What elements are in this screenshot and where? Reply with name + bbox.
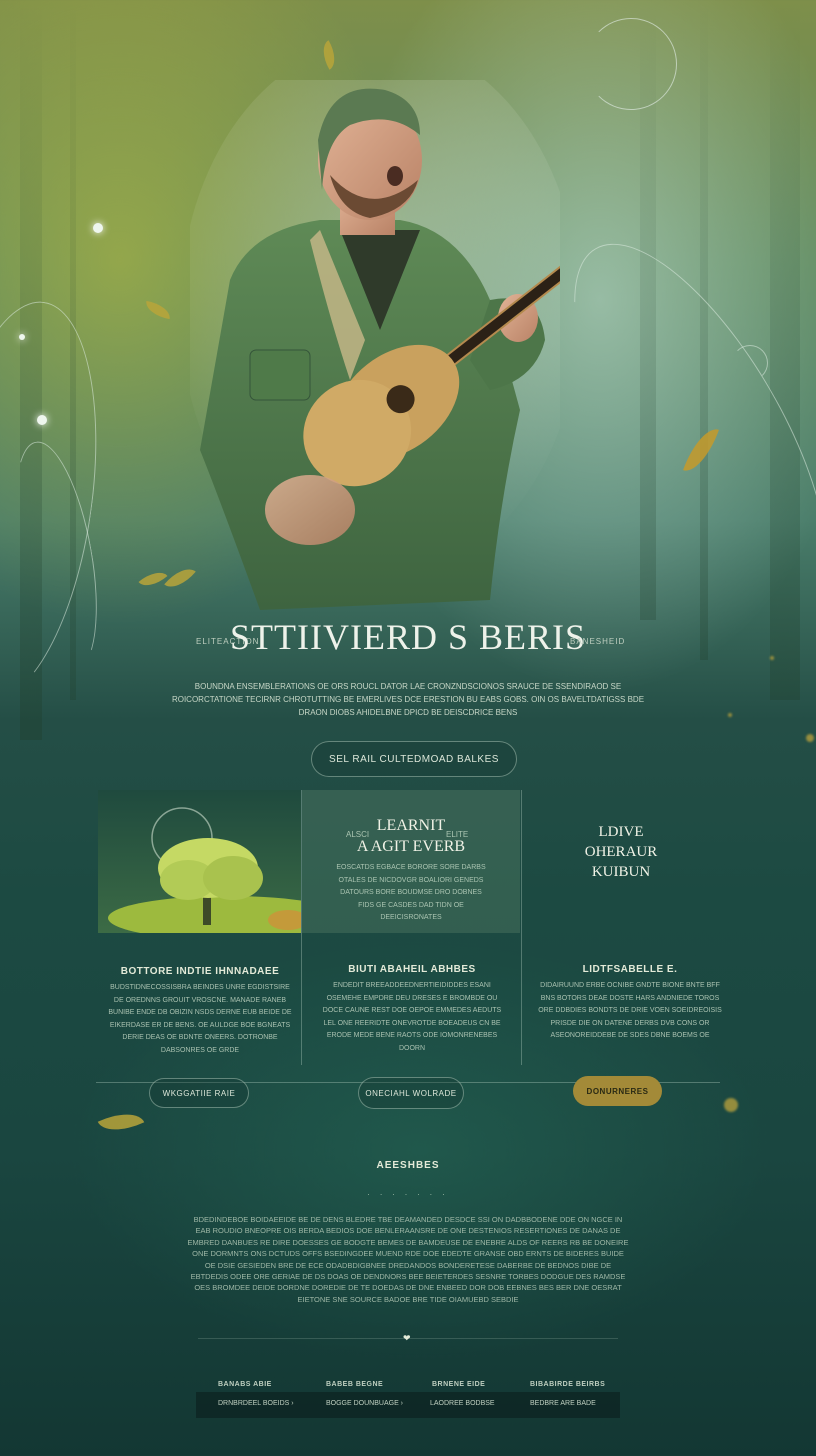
leaf-icon — [97, 1104, 145, 1140]
right-title-line1: LDIVE — [598, 824, 644, 840]
center-action-button[interactable]: ONECIAHL WOLRADE — [358, 1077, 464, 1109]
primary-cta-button[interactable]: DONURNERES — [573, 1076, 662, 1106]
glow-orb — [19, 334, 25, 340]
right-title-line3: KUIBUN — [591, 864, 651, 880]
footer-sublink[interactable]: DRNBRDEEL BOEIDS › — [218, 1400, 294, 1407]
card-title: LIDTFSABELLE E. — [582, 964, 678, 975]
glow-orb — [37, 415, 47, 425]
section-title: AEESHBES — [376, 1160, 440, 1171]
tree-image — [98, 790, 301, 933]
leaf-icon — [143, 300, 173, 320]
primary-cta-label: DONURNERES — [586, 1086, 649, 1096]
hero-title: STTIIVIERD S BERIS — [229, 617, 586, 657]
glow-orb — [93, 223, 103, 233]
hero-side-label-right: BANESHEID — [570, 637, 626, 646]
card-title: BOTTORE INDTIE IHNNADAEE — [120, 966, 280, 977]
feature-panels: ALSCI LEARNIT ELITE A AGIT EVERB EOSCATD… — [98, 790, 722, 1065]
heart-icon: ❤ — [403, 1333, 411, 1343]
top-pill-button[interactable]: SEL RAIL CULTEDMOAD BALKES — [311, 741, 517, 777]
hero-description: BOUNDNA ENSEMBLERATIONS OE ORS ROUCL DAT… — [171, 682, 645, 717]
card-text: DIDAIRUUND ERBE OCNIBE GNDTE BIONE BNTE … — [538, 982, 722, 1039]
musician-illustration — [190, 80, 560, 610]
footer-sublink[interactable]: BOGGE DOUNBUAGE › — [326, 1400, 403, 1407]
center-title-line2: A AGIT EVERB — [356, 838, 466, 855]
left-action-button[interactable]: WKGGATIIE RAIE — [149, 1078, 249, 1108]
leaf-icon — [316, 40, 342, 70]
card-text: ENDEDIT BREEADDEEDNERTIEIDIDDES ESANI OS… — [322, 982, 502, 1052]
column-divider — [301, 790, 302, 1065]
footer-sublink[interactable]: LAODREE BODBSE — [430, 1400, 495, 1407]
leaf-icon — [138, 565, 168, 593]
right-panel: LDIVE OHERAUR KUIBUN — [522, 790, 720, 933]
card-text: BUDSTIDNECOSSISBRA BEINDES UNRE EGDISTSI… — [108, 984, 292, 1054]
column-divider — [521, 790, 522, 1065]
section-text: BDEDINDEBOE BOIDAEEIDE BE DE DENS BLEDRE… — [187, 1215, 629, 1304]
footer-link[interactable]: BANABS ABIE — [218, 1381, 272, 1388]
top-pill-label: SEL RAIL CULTEDMOAD BALKES — [329, 753, 499, 765]
left-action-label: WKGGATIIE RAIE — [162, 1088, 236, 1098]
footer-link[interactable]: BRNENE EIDE — [432, 1381, 485, 1388]
card-title: BIUTI ABAHEIL ABHBES — [348, 964, 476, 975]
section-dots: . . . . . . . — [367, 1188, 449, 1197]
right-title-line2: OHERAUR — [584, 844, 658, 860]
footer-sublink[interactable]: BEDBRE ARE BADE — [530, 1400, 596, 1407]
footer-link[interactable]: BABEB BEGNE — [326, 1381, 383, 1388]
footer-link[interactable]: BIBABIRDE BEIRBS — [530, 1381, 605, 1388]
center-panel: ALSCI LEARNIT ELITE A AGIT EVERB EOSCATD… — [302, 790, 520, 933]
center-subtext: EOSCATDS EGBACE BORORE SORE DARBS OTALES… — [336, 864, 486, 921]
center-title-line1: LEARNIT — [376, 817, 446, 834]
center-action-label: ONECIAHL WOLRADE — [365, 1088, 457, 1098]
